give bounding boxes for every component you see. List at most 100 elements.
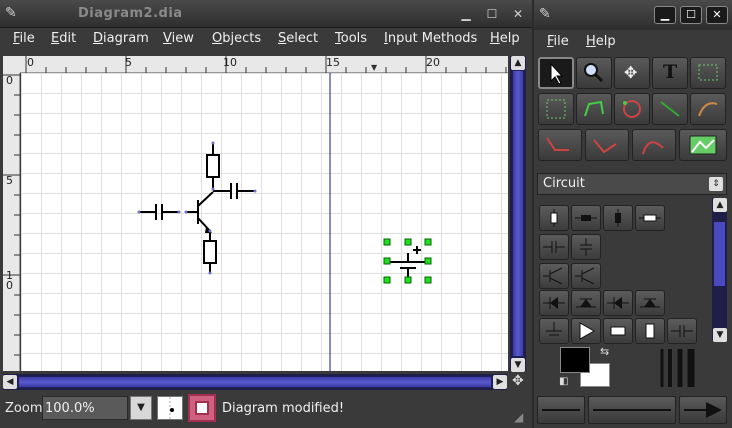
- ruler-pointer-icon: ▼: [371, 63, 378, 72]
- zigzag-icon: [546, 137, 569, 151]
- menu-diagram[interactable]: Diagram: [93, 31, 149, 46]
- toolbox-menu-icon[interactable]: ✎: [539, 6, 551, 22]
- shape-palette-scroll-thumb[interactable]: [714, 222, 725, 286]
- close-icon[interactable]: ✕: [508, 6, 528, 22]
- image-tool-button[interactable]: [679, 129, 727, 161]
- object-snapping-toggle[interactable]: [188, 394, 216, 422]
- beziergon-tool-button[interactable]: [614, 93, 650, 125]
- zoom-dropdown-button[interactable]: ▼: [130, 396, 152, 420]
- menu-input-methods[interactable]: Input Methods: [384, 31, 477, 46]
- menu-help[interactable]: Help: [490, 31, 520, 46]
- snap-to-grid-toggle[interactable]: [157, 396, 183, 420]
- menu-select[interactable]: Select: [278, 31, 318, 46]
- image-icon: [689, 135, 717, 155]
- circuit-drawing: [137, 73, 432, 371]
- beziergon-icon: [623, 100, 641, 118]
- pointer-tool-button[interactable]: [538, 57, 574, 89]
- toolbox-titlebar[interactable]: ✎ ▁ ☐ ✕: [534, 0, 732, 30]
- menu-view[interactable]: View: [163, 31, 194, 46]
- selected-battery[interactable]: [383, 238, 432, 284]
- toolbox-menu-help[interactable]: Help: [586, 34, 616, 49]
- sheet-selector-value: Circuit: [543, 176, 585, 191]
- end-arrow-button[interactable]: [679, 396, 727, 424]
- toolbox-menu-file[interactable]: File: [547, 34, 569, 49]
- shape-ground[interactable]: [539, 318, 569, 344]
- vruler-label-0: 0: [6, 74, 13, 87]
- polyline-tool-button[interactable]: [585, 129, 629, 161]
- diagram-titlebar[interactable]: ✎ Diagram2.dia ▁ ☐ ✕: [0, 0, 532, 28]
- ellipse-tool-button[interactable]: [538, 93, 574, 125]
- toolbox-close-icon[interactable]: ✕: [706, 6, 728, 24]
- zoom-label: Zoom: [5, 401, 43, 416]
- horizontal-scroll-thumb[interactable]: [18, 376, 492, 388]
- palette-scroll-up-icon[interactable]: ▲: [713, 198, 727, 212]
- shape-zener-left[interactable]: [603, 290, 633, 316]
- menu-tools[interactable]: Tools: [335, 31, 367, 46]
- grid-icon: [169, 397, 174, 419]
- shape-zener-up[interactable]: [635, 290, 665, 316]
- bezierline-tool-button[interactable]: [632, 129, 676, 161]
- scroll-up-icon[interactable]: ▲: [511, 56, 525, 70]
- sheet-selector-arrow-icon[interactable]: ⇕: [709, 177, 723, 191]
- scroll-right-icon[interactable]: ▶: [493, 375, 507, 389]
- shape-inductor-horizontal[interactable]: [603, 318, 633, 344]
- polyline-icon: [593, 139, 617, 154]
- toolbox-minimize-icon[interactable]: ▁: [654, 6, 676, 24]
- shape-inductor-vertical[interactable]: [635, 318, 665, 344]
- line-width-icon[interactable]: [656, 347, 702, 391]
- shape-resistor-horizontal[interactable]: [571, 205, 601, 231]
- polygon-tool-button[interactable]: [576, 93, 612, 125]
- shape-capacitor-horizontal[interactable]: [539, 234, 569, 260]
- maximize-icon[interactable]: ☐: [482, 6, 502, 22]
- shape-transistor-npn[interactable]: [539, 263, 569, 289]
- app-menu-icon[interactable]: ✎: [5, 5, 23, 23]
- magnifier-icon: [584, 63, 604, 83]
- foreground-color-swatch[interactable]: [560, 347, 590, 373]
- line-style-button[interactable]: [588, 396, 676, 424]
- zigzag-tool-button[interactable]: [538, 129, 582, 161]
- box-tool-button[interactable]: [690, 57, 726, 89]
- hruler-label-20: 20: [426, 56, 440, 69]
- menu-edit[interactable]: Edit: [51, 31, 76, 46]
- ruler-corner: [3, 56, 20, 73]
- menu-file[interactable]: File: [13, 31, 35, 46]
- vertical-scroll-thumb[interactable]: [512, 70, 524, 357]
- scroll-left-icon[interactable]: ◀: [3, 375, 17, 389]
- scroll-tool-button[interactable]: ✥: [614, 57, 650, 89]
- menu-objects[interactable]: Objects: [212, 31, 261, 46]
- shape-diode-left[interactable]: [539, 290, 569, 316]
- start-arrow-button[interactable]: [537, 396, 585, 424]
- shape-capacitor-vertical[interactable]: [571, 234, 601, 260]
- toolbox-menubar: File Help: [534, 31, 732, 51]
- reset-colors-icon[interactable]: ◧: [559, 376, 568, 387]
- shape-fuse-vertical[interactable]: [603, 205, 633, 231]
- swap-colors-icon[interactable]: ⇆: [600, 345, 609, 358]
- shape-fuse-horizontal[interactable]: [635, 205, 665, 231]
- diagram-menubar: File Edit Diagram View Objects Select To…: [0, 28, 532, 50]
- resize-grip-icon[interactable]: ◢: [514, 410, 523, 424]
- scroll-down-icon[interactable]: ▼: [511, 358, 525, 372]
- text-icon: T: [663, 61, 678, 83]
- text-tool-button[interactable]: T: [652, 57, 688, 89]
- shape-opamp[interactable]: [571, 318, 601, 344]
- move-icon: ✥: [624, 63, 638, 82]
- zoom-tool-button[interactable]: [576, 57, 612, 89]
- hruler-label-10: 10: [223, 56, 237, 69]
- navigate-icon[interactable]: ✥: [512, 373, 524, 389]
- zoom-input[interactable]: [42, 396, 128, 420]
- diagram-canvas[interactable]: [21, 73, 508, 371]
- line-tool-button[interactable]: [652, 93, 688, 125]
- shape-diode-up[interactable]: [571, 290, 601, 316]
- line-style-icon: [593, 409, 671, 411]
- shape-capacitor-polarized[interactable]: [667, 318, 697, 344]
- status-message: Diagram modified!: [222, 401, 345, 416]
- minimize-icon[interactable]: ▁: [456, 6, 476, 22]
- polygon-icon: [584, 100, 604, 117]
- toolbox-maximize-icon[interactable]: ☐: [680, 6, 702, 24]
- shape-transistor-pnp[interactable]: [571, 263, 601, 289]
- window-title: Diagram2.dia: [78, 6, 183, 21]
- palette-scroll-down-icon[interactable]: ▼: [713, 328, 727, 342]
- transistor-circuit[interactable]: [139, 143, 255, 273]
- arc-tool-button[interactable]: [690, 93, 726, 125]
- shape-resistor-vertical[interactable]: [539, 205, 569, 231]
